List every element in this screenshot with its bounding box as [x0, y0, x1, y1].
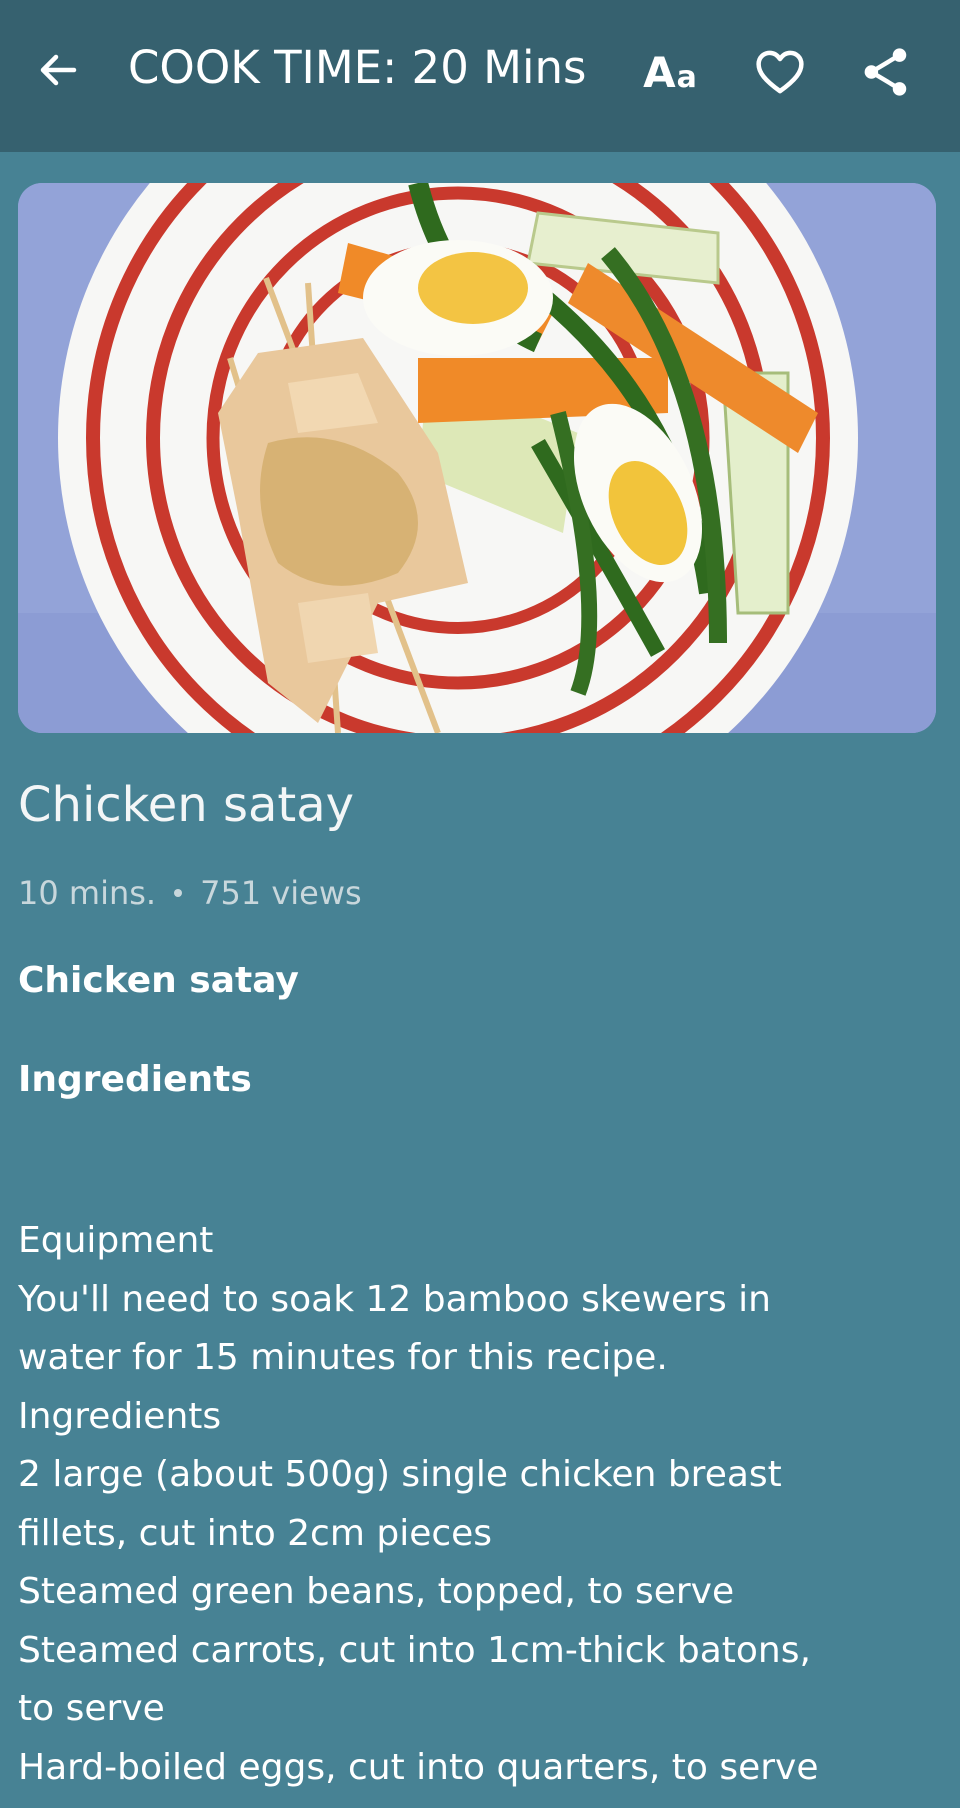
content-title: Chicken satay — [18, 960, 299, 1001]
ingredients-heading: Ingredients — [18, 1059, 252, 1100]
back-arrow-icon — [40, 54, 77, 86]
back-button[interactable] — [30, 42, 86, 98]
views-label: 751 views — [200, 874, 362, 912]
body-line: Hard-boiled eggs, cut into quarters, to … — [18, 1746, 819, 1788]
share-button[interactable] — [856, 42, 916, 102]
share-icon — [864, 48, 907, 96]
body-line: water for 15 minutes for this recipe. — [18, 1337, 668, 1378]
font-size-icon: Aa — [643, 47, 697, 97]
duration-label: 10 mins. — [18, 874, 157, 912]
body-line: Steamed green beans, topped, to serve — [18, 1571, 735, 1612]
body-line: 2 large (about 500g) single chicken brea… — [18, 1454, 782, 1495]
body-line: fillets, cut into 2cm pieces — [18, 1512, 493, 1554]
recipe-meta: 10 mins. 751 views — [18, 872, 362, 914]
cook-time-title: COOK TIME: 20 Mins — [128, 41, 587, 94]
recipe-title: Chicken satay — [18, 777, 355, 833]
favorite-button[interactable] — [750, 42, 810, 102]
separator-dot — [174, 889, 183, 897]
heart-icon — [756, 50, 804, 94]
body-line: to serve — [18, 1688, 165, 1729]
body-line: Steamed carrots, cut into 1cm-thick bato… — [18, 1629, 811, 1671]
body-line: You'll need to soak 12 bamboo skewers in — [18, 1278, 771, 1320]
app-bar: COOK TIME: 20 Mins Aa — [0, 0, 960, 152]
recipe-body: Equipment You'll need to soak 12 bamboo … — [18, 1212, 938, 1797]
body-line: Ingredients — [18, 1395, 222, 1437]
recipe-photo — [18, 183, 936, 733]
body-line: Equipment — [18, 1220, 214, 1261]
font-size-button[interactable]: Aa — [640, 42, 700, 102]
